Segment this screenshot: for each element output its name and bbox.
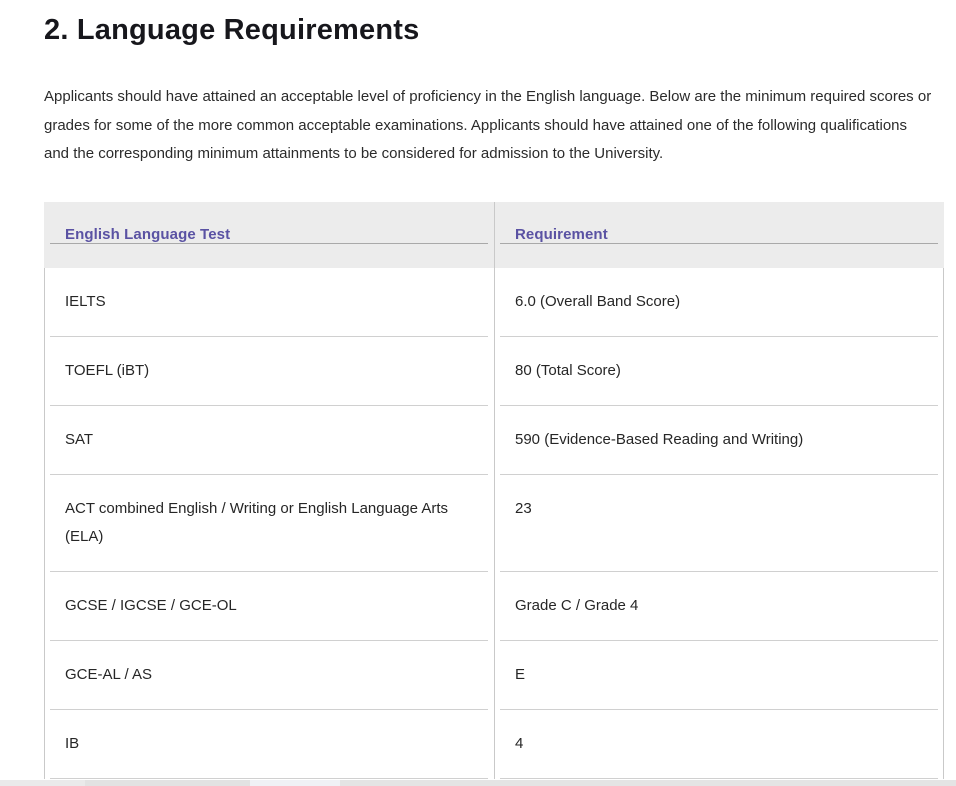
bottom-strip-segment xyxy=(85,780,250,786)
cell-test: TOEFL (iBT) xyxy=(44,337,494,406)
bottom-strip xyxy=(0,780,956,786)
bottom-strip-segment xyxy=(340,780,956,786)
table-column-divider xyxy=(494,202,495,779)
cell-test: IB xyxy=(44,710,494,779)
content-area: 2. Language Requirements Applicants shou… xyxy=(44,0,944,779)
page-title: 2. Language Requirements xyxy=(44,0,944,48)
cell-test: IELTS xyxy=(44,268,494,337)
requirements-table: English Language Test Requirement IELTS … xyxy=(44,202,944,779)
column-header-requirement: Requirement xyxy=(494,226,944,243)
cell-test: ACT combined English / Writing or Englis… xyxy=(44,475,494,572)
cell-test: SAT xyxy=(44,406,494,475)
cell-requirement: 4 xyxy=(494,710,944,779)
bottom-strip-segment xyxy=(0,780,85,786)
cell-test: GCE-AL / AS xyxy=(44,641,494,710)
cell-requirement: E xyxy=(494,641,944,710)
page: 2. Language Requirements Applicants shou… xyxy=(0,0,956,786)
cell-requirement: 6.0 (Overall Band Score) xyxy=(494,268,944,337)
cell-requirement: 23 xyxy=(494,475,944,572)
bottom-strip-segment xyxy=(250,780,340,786)
cell-requirement: 590 (Evidence-Based Reading and Writing) xyxy=(494,406,944,475)
cell-requirement: Grade C / Grade 4 xyxy=(494,572,944,641)
cell-requirement: 80 (Total Score) xyxy=(494,337,944,406)
cell-test: GCSE / IGCSE / GCE-OL xyxy=(44,572,494,641)
column-header-test: English Language Test xyxy=(44,226,494,243)
intro-paragraph: Applicants should have attained an accep… xyxy=(44,83,936,169)
